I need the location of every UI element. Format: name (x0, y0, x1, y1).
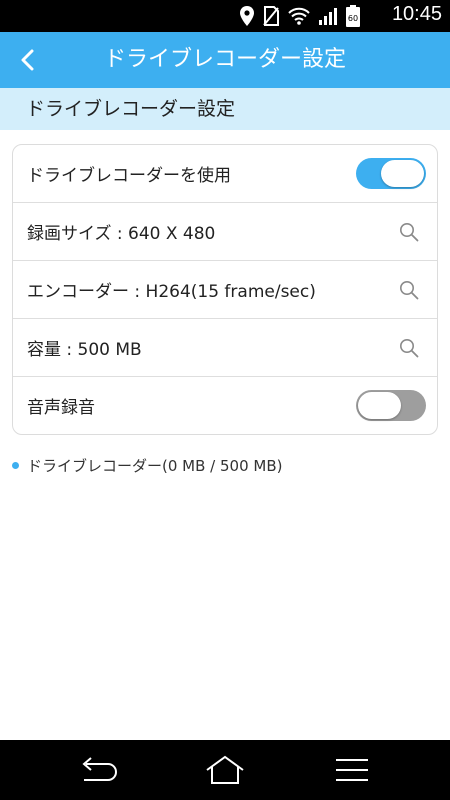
bullet-dot (12, 462, 19, 469)
setting-row-use-recorder: ドライブレコーダーを使用 (13, 145, 437, 203)
search-icon[interactable] (399, 338, 419, 358)
setting-row-record-size[interactable]: 録画サイズ : 640 X 480 (13, 203, 437, 261)
home-icon (206, 755, 244, 784)
back-button[interactable] (10, 42, 46, 78)
nav-bar (0, 740, 450, 800)
search-icon[interactable] (399, 280, 419, 300)
nav-back-button[interactable] (73, 752, 123, 788)
menu-icon (336, 759, 368, 781)
storage-info-text: ドライブレコーダー(0 MB / 500 MB) (27, 457, 283, 475)
no-sim-icon (263, 6, 279, 26)
setting-row-audio-record: 音声録音 (13, 377, 437, 434)
nav-menu-button[interactable] (327, 752, 377, 788)
page-title: ドライブレコーダー設定 (103, 47, 346, 72)
status-bar: 60 10:45 (0, 0, 450, 32)
audio-record-toggle[interactable] (356, 390, 426, 421)
signal-icon (319, 8, 337, 25)
chevron-left-icon (21, 49, 34, 71)
record-size-label: 録画サイズ : 640 X 480 (27, 224, 216, 244)
search-icon[interactable] (399, 222, 419, 242)
section-title: ドライブレコーダー設定 (26, 98, 236, 120)
setting-row-capacity[interactable]: 容量 : 500 MB (13, 319, 437, 377)
clock: 10:45 (391, 3, 442, 25)
toggle-knob (381, 160, 424, 187)
capacity-label: 容量 : 500 MB (27, 340, 142, 360)
use-recorder-label: ドライブレコーダーを使用 (27, 166, 231, 186)
location-icon (240, 6, 254, 26)
back-icon (82, 757, 117, 781)
section-header: ドライブレコーダー設定 (0, 88, 450, 130)
settings-card: ドライブレコーダーを使用 録画サイズ : 640 X 480 エンコーダー : … (12, 144, 438, 435)
battery-icon: 60 (346, 5, 360, 27)
nav-home-button[interactable] (200, 752, 250, 788)
encoder-label: エンコーダー : H264(15 frame/sec) (27, 282, 316, 302)
use-recorder-toggle[interactable] (356, 158, 426, 189)
toggle-knob (358, 392, 401, 419)
audio-record-label: 音声録音 (27, 398, 95, 418)
app-bar: ドライブレコーダー設定 (0, 32, 450, 88)
wifi-icon (288, 7, 310, 25)
setting-row-encoder[interactable]: エンコーダー : H264(15 frame/sec) (13, 261, 437, 319)
battery-level-text: 60 (347, 14, 359, 23)
storage-info: ドライブレコーダー(0 MB / 500 MB) (12, 455, 282, 476)
